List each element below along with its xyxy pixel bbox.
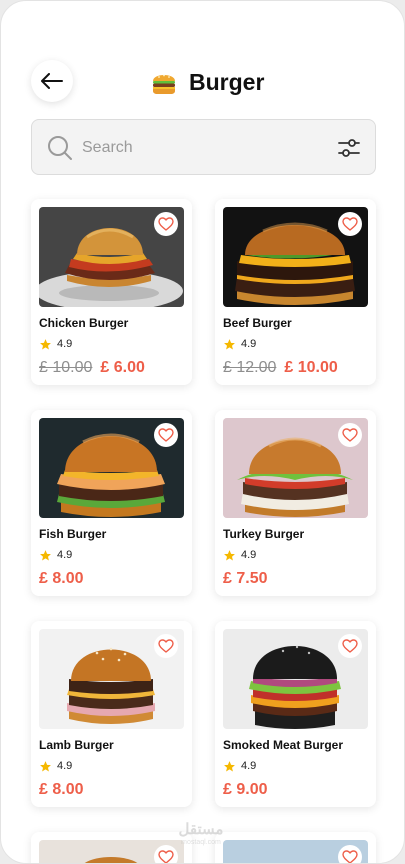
price: £ 10.00 [284,359,338,376]
product-prices: £ 10.00 £ 6.00 [39,359,145,377]
heart-icon [158,428,174,442]
favorite-button[interactable] [154,423,178,447]
product-rating: 4.9 [39,337,72,351]
product-prices: £ 12.00 £ 10.00 [223,359,338,377]
product-image [223,207,368,307]
search-input[interactable] [82,130,312,166]
product-image [39,629,184,729]
page-title: Burger [189,68,265,95]
product-card[interactable]: Beef Burger 4.9 £ 12.00 £ 10.00 [215,199,376,385]
heart-icon [158,217,174,231]
star-icon [40,338,51,349]
rating-value: 4.9 [241,760,257,772]
rating-value: 4.9 [57,549,73,561]
product-rating: 4.9 [39,759,72,773]
product-card-partial[interactable] [31,832,192,863]
old-price: £ 10.00 [39,359,93,376]
burger-emoji-icon [153,74,175,94]
favorite-button[interactable] [338,845,362,863]
heart-icon [158,639,174,653]
heart-icon [342,850,358,863]
star-icon [40,549,51,560]
product-prices: £ 8.00 [39,570,83,588]
star-icon [224,760,235,771]
product-name: Beef Burger [223,316,292,330]
product-prices: £ 9.00 [223,781,267,799]
product-rating: 4.9 [223,548,256,562]
product-name: Fish Burger [39,527,107,541]
product-prices: £ 8.00 [39,781,83,799]
rating-value: 4.9 [241,549,257,561]
star-icon [40,760,51,771]
product-rating: 4.9 [223,759,256,773]
heart-icon [342,639,358,653]
product-card[interactable]: Fish Burger 4.9 £ 8.00 [31,410,192,596]
app-screen: Burger Search Chicken Burger 4.9 £ 10.00… [0,0,405,864]
favorite-button[interactable] [338,634,362,658]
product-card[interactable]: Lamb Burger 4.9 £ 8.00 [31,621,192,807]
heart-icon [158,850,174,863]
favorite-button[interactable] [338,212,362,236]
product-rating: 4.9 [223,337,256,351]
product-name: Turkey Burger [223,527,305,541]
heart-icon [342,217,358,231]
watermark: مستقل mostaql.com [169,821,233,851]
star-icon [224,549,235,560]
price: £ 8.00 [39,570,84,587]
arrow-left-icon [41,73,63,89]
product-image [39,840,184,863]
rating-value: 4.9 [57,760,73,772]
product-image [39,207,184,307]
search-bar[interactable] [31,119,376,175]
sliders-icon[interactable] [337,136,361,160]
rating-value: 4.9 [241,338,257,350]
old-price: £ 12.00 [223,359,277,376]
favorite-button[interactable] [154,634,178,658]
price: £ 9.00 [223,781,268,798]
product-image [223,840,368,863]
rating-value: 4.9 [57,338,73,350]
back-button[interactable] [31,60,73,102]
price: £ 7.50 [223,570,268,587]
star-icon [224,338,235,349]
price: £ 6.00 [100,359,145,376]
product-prices: £ 7.50 [223,570,267,588]
favorite-button[interactable] [338,423,362,447]
product-card-partial[interactable] [215,832,376,863]
watermark-latin: mostaql.com [181,839,221,846]
heart-icon [342,428,358,442]
product-name: Smoked Meat Burger [223,738,344,752]
product-card[interactable]: Turkey Burger 4.9 £ 7.50 [215,410,376,596]
product-image [223,629,368,729]
page-header: Burger [151,65,264,99]
product-name: Lamb Burger [39,738,114,752]
product-image [223,418,368,518]
product-card[interactable]: Smoked Meat Burger 4.9 £ 9.00 [215,621,376,807]
product-image [39,418,184,518]
product-rating: 4.9 [39,548,72,562]
product-card[interactable]: Chicken Burger 4.9 £ 10.00 £ 6.00 [31,199,192,385]
price: £ 8.00 [39,781,84,798]
product-name: Chicken Burger [39,316,129,330]
watermark-arabic: مستقل [178,821,224,838]
search-icon [48,136,72,160]
favorite-button[interactable] [154,212,178,236]
